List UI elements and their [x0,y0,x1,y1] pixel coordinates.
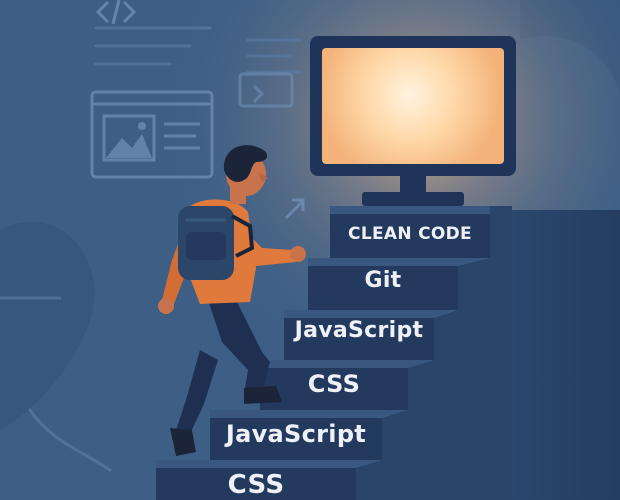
step-label-css-lower: CSS [227,470,285,500]
step-label-css-upper: CSS [307,370,361,398]
step-label-javascript-lower: JavaScript [225,420,367,448]
step-label-git: Git [364,268,402,293]
step-label-clean-code: CLEAN CODE [348,224,472,244]
step-label-javascript-upper: JavaScript [294,318,424,343]
illustration-scene: CLEAN CODE Git JavaScript CSS JavaScript… [0,0,620,500]
